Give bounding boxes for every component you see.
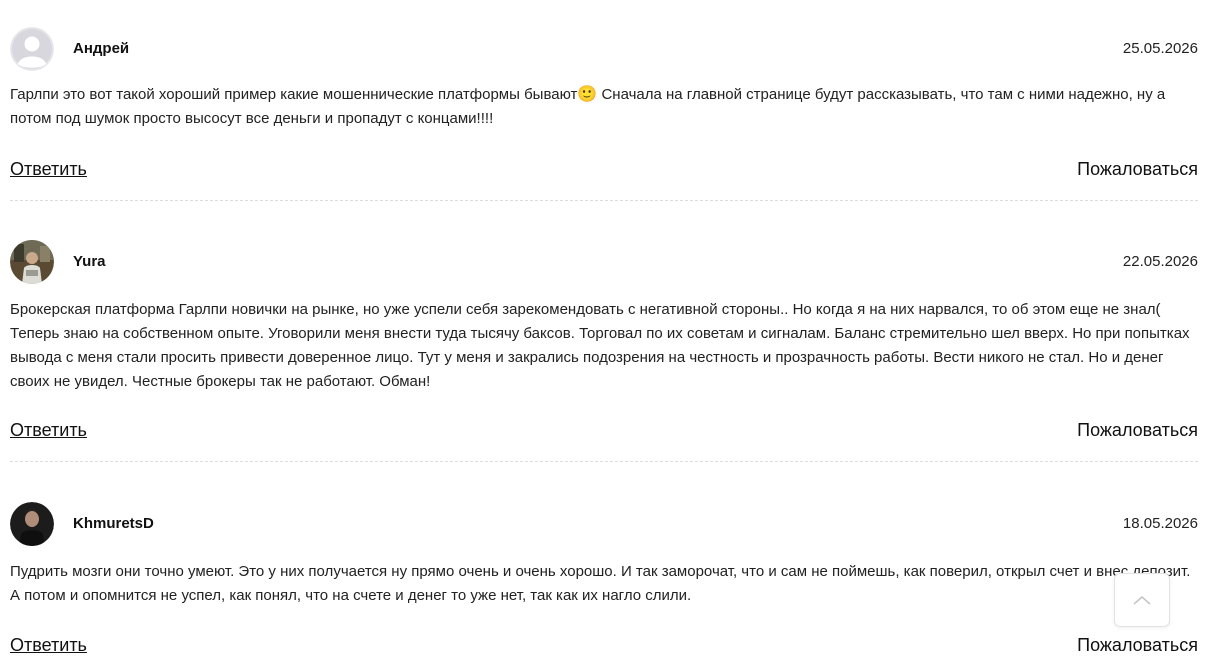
comment-author: Yura xyxy=(73,253,106,270)
avatar xyxy=(10,240,54,284)
comment-author: Андрей xyxy=(73,40,130,57)
comment-date: 22.05.2026 xyxy=(1122,253,1198,270)
comment-header: Yura 22.05.2026 xyxy=(10,240,1198,286)
comment-header: KhmuretsD 18.05.2026 xyxy=(10,502,1198,548)
report-link[interactable]: Пожаловаться xyxy=(1077,420,1198,441)
comment-author: KhmuretsD xyxy=(73,515,154,532)
reply-link[interactable]: Ответить xyxy=(10,420,87,441)
user-photo-icon xyxy=(10,240,54,284)
comment-date: 25.05.2026 xyxy=(1122,40,1198,57)
comment-date: 18.05.2026 xyxy=(1122,515,1198,532)
comment-actions: Ответить Пожаловаться xyxy=(10,420,1198,444)
comment-actions: Ответить Пожаловаться xyxy=(10,159,1198,183)
reply-link[interactable]: Ответить xyxy=(10,159,87,180)
comment: Андрей 25.05.2026 Гарлпи это вот такой х… xyxy=(10,27,1198,179)
comment-text: Гарлпи это вот такой хороший пример каки… xyxy=(10,86,1166,127)
smile-emoji: 🙂 xyxy=(577,86,598,103)
reply-link[interactable]: Ответить xyxy=(10,635,87,656)
comment-divider xyxy=(10,200,1198,201)
user-icon xyxy=(10,27,54,71)
report-link[interactable]: Пожаловаться xyxy=(1077,635,1198,656)
report-link[interactable]: Пожаловаться xyxy=(1077,159,1198,180)
user-photo-icon xyxy=(10,502,54,546)
comment-text: Пудрить мозги они точно умеют. Это у них… xyxy=(10,563,1191,604)
comment: Yura 22.05.2026 Брокерская платформа Гар… xyxy=(10,240,1198,440)
comment: KhmuretsD 18.05.2026 Пудрить мозги они т… xyxy=(10,502,1198,655)
comment-text: Брокерская платформа Гарлпи новички на р… xyxy=(10,301,1190,390)
comment-actions: Ответить Пожаловаться xyxy=(10,635,1198,659)
avatar xyxy=(10,502,54,546)
avatar xyxy=(10,27,54,71)
chevron-up-icon xyxy=(1133,596,1151,605)
comment-divider xyxy=(10,461,1198,462)
comment-header: Андрей 25.05.2026 xyxy=(10,27,1198,73)
scroll-to-top-button[interactable] xyxy=(1114,573,1170,627)
